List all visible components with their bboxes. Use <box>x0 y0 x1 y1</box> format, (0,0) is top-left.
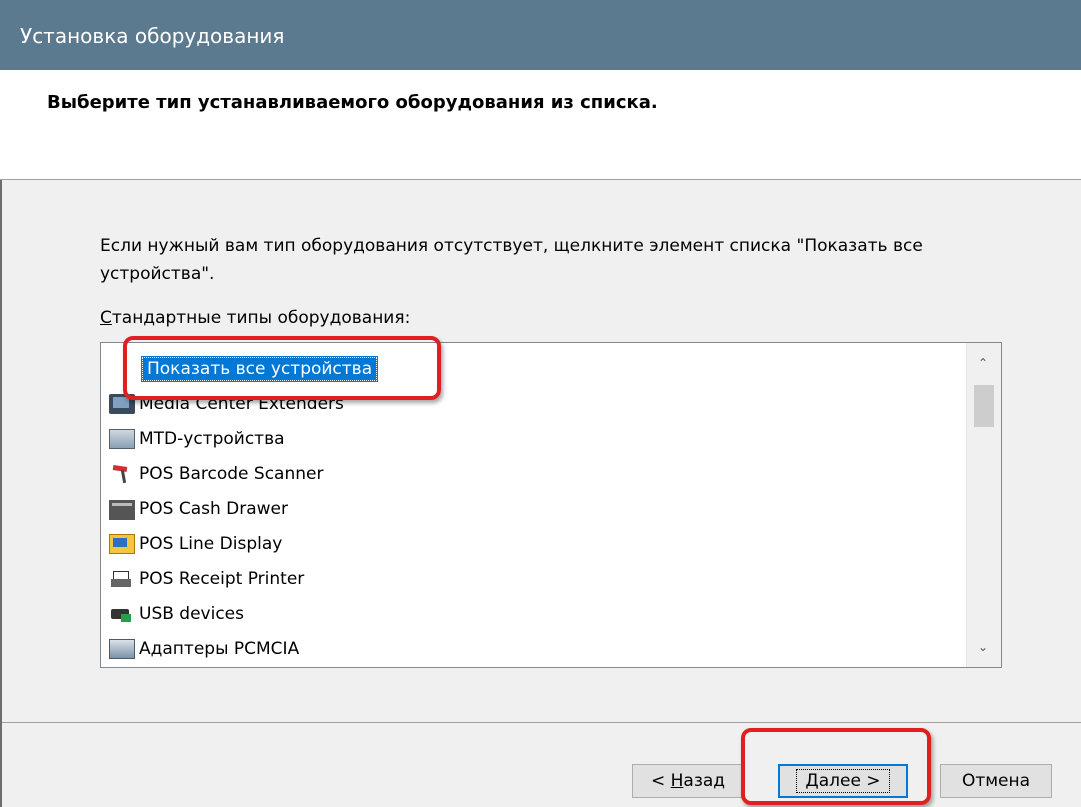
list-item-pos-receipt-printer[interactable]: POS Receipt Printer <box>109 561 965 596</box>
back-button[interactable]: < Назад <box>632 764 744 798</box>
list-item-label: POS Cash Drawer <box>139 498 288 519</box>
receipt-printer-icon <box>109 569 135 589</box>
list-item-pos-cash-drawer[interactable]: POS Cash Drawer <box>109 491 965 526</box>
barcode-scanner-icon <box>109 464 135 484</box>
label-mnemonic: С <box>100 308 112 328</box>
instructions-text: Если нужный вам тип оборудования отсутст… <box>100 236 923 284</box>
chevron-down-icon[interactable]: ⌄ <box>975 639 991 655</box>
highlight-next-button <box>741 728 931 805</box>
list-item-pos-barcode-scanner[interactable]: POS Barcode Scanner <box>109 456 965 491</box>
title-bar: Установка оборудования <box>0 0 1081 70</box>
hardware-types-label: Стандартные типы оборудования: <box>100 308 410 328</box>
list-item-usb-devices[interactable]: USB devices <box>109 596 965 631</box>
wizard-content: Если нужный вам тип оборудования отсутст… <box>0 180 1081 807</box>
pcmcia-adapter-icon <box>109 638 135 659</box>
list-item-mtd-devices[interactable]: MTD-устройства <box>109 421 965 456</box>
vertical-scrollbar[interactable]: ⌃ ⌄ <box>966 343 1001 667</box>
cancel-button-label: Отмена <box>961 771 1031 791</box>
mtd-device-icon <box>109 428 135 449</box>
button-separator <box>2 722 1081 723</box>
label-text: тандартные типы оборудования: <box>111 308 411 328</box>
wizard-header: Выберите тип устанавливаемого оборудован… <box>0 70 1081 180</box>
list-item-label: POS Line Display <box>139 533 283 554</box>
page-title: Выберите тип устанавливаемого оборудован… <box>47 92 658 113</box>
window-title: Установка оборудования <box>20 24 285 48</box>
back-button-label: < Назад <box>650 771 726 791</box>
list-item-label: USB devices <box>139 603 244 624</box>
list-item-label: Адаптеры PCMCIA <box>139 638 300 659</box>
highlight-show-all-devices <box>123 336 441 400</box>
scrollbar-thumb[interactable] <box>974 385 994 427</box>
list-item-label: POS Barcode Scanner <box>139 463 324 484</box>
list-item-pcmcia-adapters[interactable]: Адаптеры PCMCIA <box>109 631 965 666</box>
list-item-label: POS Receipt Printer <box>139 568 305 589</box>
chevron-up-icon[interactable]: ⌃ <box>975 355 991 371</box>
usb-device-icon <box>109 604 135 624</box>
list-item-pos-line-display[interactable]: POS Line Display <box>109 526 965 561</box>
cancel-button[interactable]: Отмена <box>940 764 1052 798</box>
list-item-label: MTD-устройства <box>139 428 285 449</box>
line-display-icon <box>109 533 135 554</box>
cash-drawer-icon <box>109 499 135 520</box>
